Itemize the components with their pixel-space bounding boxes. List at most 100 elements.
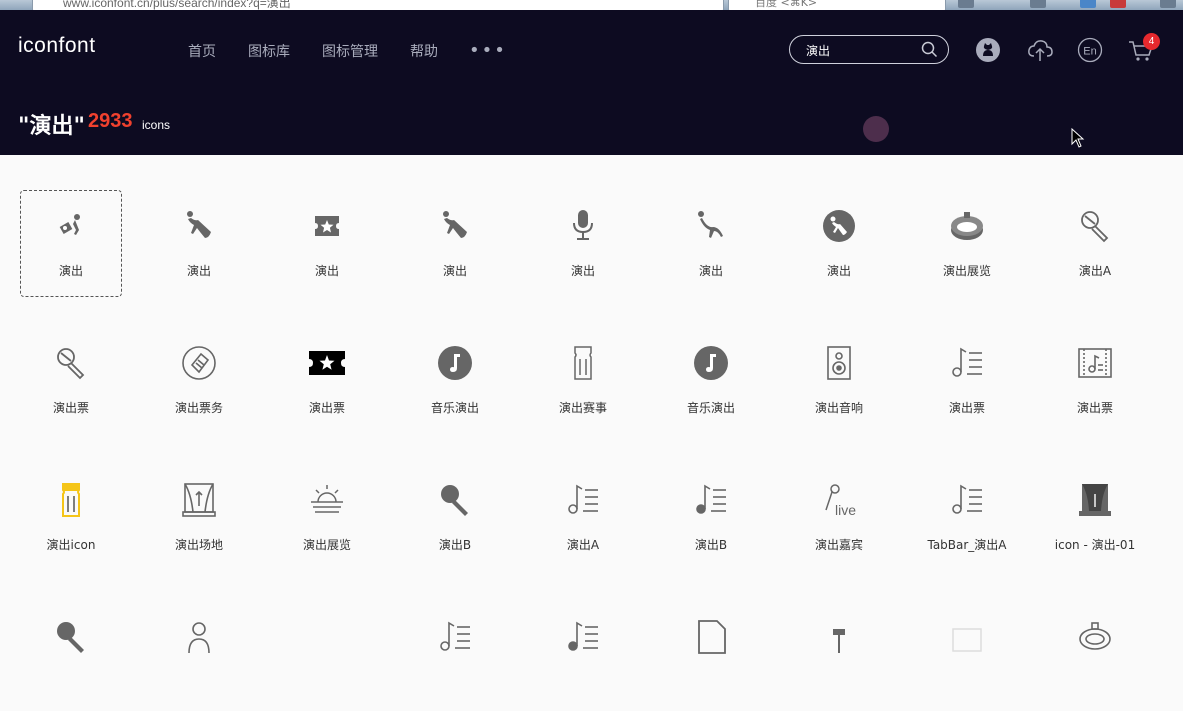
icon-card-label: 演出B [438,538,472,552]
music-list-icon [437,619,473,655]
icon-card-label: 演出 [826,264,851,278]
icon-card[interactable] [263,591,391,711]
icon-card[interactable]: 演出票 [903,317,1031,437]
nav-more-button[interactable]: ••• [469,40,507,61]
icon-card[interactable]: 演出icon [7,454,135,574]
icon-card[interactable]: 演出票务 [135,317,263,437]
icon-card[interactable]: icon - 演出-01 [1031,454,1159,574]
ticket-outline-icon [565,345,601,381]
icon-card[interactable]: 演出 [135,180,263,300]
speaker-icon [821,345,857,381]
icon-card[interactable] [391,591,519,711]
music-list-icon [949,482,985,518]
icon-card[interactable]: 演出B [647,454,775,574]
icon-card[interactable] [647,591,775,711]
icon-card[interactable]: 演出展览 [263,454,391,574]
search-box [789,35,949,64]
icon-card-label: TabBar_演出A [927,538,1007,552]
microphone-outline-icon [53,345,89,381]
icon-card[interactable]: 演出 [647,180,775,300]
nav-help[interactable]: 帮助 [410,41,438,61]
icon-card-label: 演出音响 [814,401,863,415]
share-icon[interactable] [1030,0,1046,8]
dancer-circle-icon [821,208,857,244]
icon-card[interactable]: 演出A [519,454,647,574]
icon-card[interactable]: 演出 [775,180,903,300]
svg-text:En: En [1083,46,1096,58]
home-icon[interactable] [958,0,974,8]
icon-card-label: 演出展览 [302,538,351,552]
icon-card[interactable]: 演出A [1031,180,1159,300]
search-result-count: 2933 [88,110,133,132]
icon-card[interactable]: 演出音响 [775,317,903,437]
download-icon[interactable] [1080,0,1096,8]
icon-card[interactable] [519,591,647,711]
logo[interactable]: iconfont [18,34,96,58]
nav-icon-management[interactable]: 图标管理 [322,41,378,61]
search-result-unit: icons [142,118,171,132]
search-input[interactable] [804,40,918,60]
icon-card-label: 演出票 [948,401,985,415]
loading-indicator [863,116,889,142]
browser-search-bar[interactable]: 百度 <⌘K> [728,0,946,10]
icon-card-label: 演出 [442,264,467,278]
search-icon[interactable] [921,41,938,58]
music-note-circle-icon [437,345,473,381]
microphone-solid-icon [437,482,473,518]
icon-card[interactable]: 演出场地 [135,454,263,574]
stage-solid-icon [1077,482,1113,518]
icon-card[interactable]: 演出 [391,180,519,300]
icon-card[interactable]: 音乐演出 [647,317,775,437]
icon-card-label: 演出 [698,264,723,278]
menu-icon[interactable] [1160,0,1176,8]
icon-card-label: 演出B [694,538,728,552]
icon-card[interactable]: 演出 [519,180,647,300]
icon-card[interactable]: 演出赛事 [519,317,647,437]
stadium-outline-icon [1077,619,1113,655]
icon-card[interactable]: 演出 [7,180,135,300]
icon-card[interactable]: TabBar_演出A [903,454,1031,574]
github-icon[interactable] [974,36,1002,64]
icon-card[interactable] [7,591,135,711]
nav-icon-library[interactable]: 图标库 [248,41,290,61]
icon-card-label: 演出票 [1076,401,1113,415]
ticket-yellow-icon [53,482,89,518]
icon-card[interactable]: 演出票 [1031,317,1159,437]
icon-card-label: 演出 [58,264,83,278]
icon-card[interactable]: 音乐演出 [391,317,519,437]
icon-card[interactable] [135,591,263,711]
nav-home[interactable]: 首页 [188,41,216,61]
icon-card-label: 演出 [314,264,339,278]
stadium-icon [949,208,985,244]
icon-card[interactable]: 演出 [263,180,391,300]
dancer-figure-icon [693,208,729,244]
icon-card[interactable] [1031,591,1159,711]
icon-card[interactable]: 演出票 [263,317,391,437]
blank-icon [309,619,345,655]
upload-cloud-icon[interactable] [1026,36,1054,64]
icon-card[interactable]: 演出票 [7,317,135,437]
icon-card-label: 音乐演出 [686,401,735,415]
icon-card[interactable] [903,591,1031,711]
icon-card-label: 演出票 [52,401,89,415]
icon-card[interactable] [775,591,903,711]
adblock-icon[interactable] [1110,0,1126,8]
microphone-icon [565,208,601,244]
microphone-outline-icon [1077,208,1113,244]
icon-card[interactable]: live 演出嘉宾 [775,454,903,574]
language-en-icon[interactable]: En [1076,36,1104,64]
icon-card[interactable]: 演出展览 [903,180,1031,300]
address-bar[interactable]: www.iconfont.cn/plus/search/index?q=演出 [32,0,724,10]
icon-card-label: 演出嘉宾 [814,538,863,552]
icon-card-label: 演出票 [308,401,345,415]
faint-icon [949,619,985,655]
cart-count-badge: 4 [1143,33,1160,50]
svg-text:live: live [835,502,856,518]
music-list-icon [949,345,985,381]
stand-icon [821,619,857,655]
live-mic-icon: live [821,482,857,518]
icon-card[interactable]: 演出B [391,454,519,574]
icon-grid: 演出 演出 演出 演出 演出 演出 演出 演出展览 演出A 演出票 演出票务 演出票 音乐演出 演出赛事音… [7,180,1177,654]
microphone-solid-icon [53,619,89,655]
icon-card-label: 演出展览 [942,264,991,278]
